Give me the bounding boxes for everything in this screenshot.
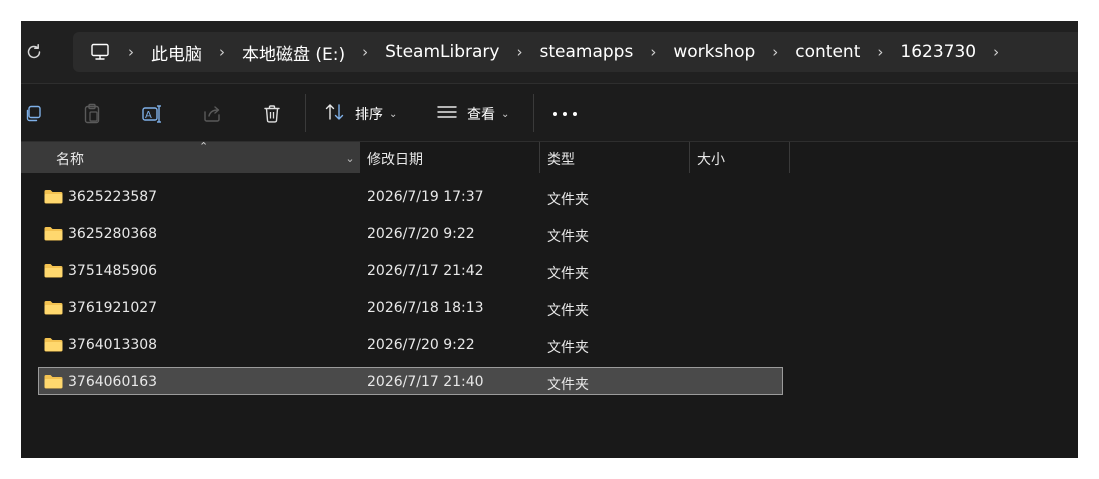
chevron-down-icon[interactable]: ⌄: [341, 149, 359, 167]
table-row[interactable]: 3625223587 2026/7/19 17:37 文件夹: [21, 178, 1078, 215]
file-modified: 2026/7/17 21:40: [367, 374, 484, 390]
sort-label: 排序: [355, 107, 383, 123]
chevron-down-icon: ⌄: [501, 108, 510, 120]
view-icon: [436, 103, 458, 125]
file-name: 3751485906: [68, 263, 158, 279]
breadcrumb-item-steamlibrary[interactable]: SteamLibrary: [383, 42, 501, 62]
breadcrumb-item-this-pc[interactable]: 此电脑: [149, 40, 204, 65]
breadcrumb-separator-icon[interactable]: ›: [501, 43, 537, 61]
more-icon[interactable]: [553, 104, 577, 124]
column-header-size[interactable]: 大小: [690, 142, 790, 173]
breadcrumb[interactable]: › 此电脑 › 本地磁盘 (E:) › SteamLibrary › steam…: [73, 32, 1078, 72]
sort-ascending-icon: ⌃: [199, 140, 209, 153]
file-list: 3625223587 2026/7/19 17:37 文件夹 362528036…: [21, 178, 1078, 400]
copy-icon[interactable]: [21, 102, 45, 126]
file-name: 3625280368: [68, 226, 158, 242]
file-modified: 2026/7/20 9:22: [367, 226, 475, 242]
chevron-down-icon: ⌄: [389, 108, 398, 120]
breadcrumb-separator-icon[interactable]: ›: [347, 43, 383, 61]
file-modified: 2026/7/19 17:37: [367, 189, 484, 205]
column-header-name[interactable]: ⌃ 名称 ⌄: [21, 140, 360, 173]
file-explorer-window: › 此电脑 › 本地磁盘 (E:) › SteamLibrary › steam…: [21, 21, 1078, 458]
rename-icon[interactable]: A: [140, 102, 164, 126]
delete-icon[interactable]: [260, 102, 284, 126]
column-header-modified-label: 修改日期: [367, 152, 423, 168]
view-label: 查看: [467, 107, 495, 123]
file-modified: 2026/7/18 18:13: [367, 300, 484, 316]
table-row[interactable]: 3761921027 2026/7/18 18:13 文件夹: [21, 289, 1078, 326]
breadcrumb-separator-icon[interactable]: ›: [113, 43, 149, 61]
address-row: › 此电脑 › 本地磁盘 (E:) › SteamLibrary › steam…: [21, 21, 1078, 83]
table-row[interactable]: 3625280368 2026/7/20 9:22 文件夹: [21, 215, 1078, 252]
breadcrumb-separator-icon[interactable]: ›: [862, 43, 898, 61]
toolbar-divider: [533, 94, 534, 132]
breadcrumb-item-content[interactable]: content: [793, 42, 862, 62]
column-headers: ⌃ 名称 ⌄ 修改日期 类型 大小: [21, 140, 1078, 173]
file-name: 3625223587: [68, 189, 158, 205]
folder-icon: [44, 226, 63, 241]
breadcrumb-item-steamapps[interactable]: steamapps: [537, 42, 635, 62]
column-header-size-label: 大小: [697, 152, 725, 168]
file-type: 文件夹: [547, 229, 589, 245]
folder-icon: [44, 263, 63, 278]
table-row[interactable]: 3764013308 2026/7/20 9:22 文件夹: [21, 326, 1078, 363]
file-type: 文件夹: [547, 303, 589, 319]
command-bar: A 排序 ⌄ 查看 ⌄: [21, 83, 1078, 142]
breadcrumb-item-1623730[interactable]: 1623730: [898, 42, 978, 62]
folder-icon: [44, 337, 63, 352]
table-row-selected[interactable]: 3764060163 2026/7/17 21:40 文件夹: [21, 363, 1078, 400]
breadcrumb-separator-icon[interactable]: ›: [635, 43, 671, 61]
sort-button[interactable]: 排序 ⌄: [324, 101, 397, 127]
this-pc-icon[interactable]: [87, 41, 113, 63]
breadcrumb-separator-icon[interactable]: ›: [978, 43, 1014, 61]
file-name: 3764013308: [68, 337, 158, 353]
column-header-modified[interactable]: 修改日期: [360, 142, 540, 173]
file-type: 文件夹: [547, 340, 589, 356]
paste-icon[interactable]: [80, 102, 104, 126]
view-button[interactable]: 查看 ⌄: [436, 101, 509, 127]
file-type: 文件夹: [547, 266, 589, 282]
column-header-type-label: 类型: [547, 152, 575, 168]
toolbar-divider: [305, 94, 306, 132]
folder-icon: [44, 300, 63, 315]
column-header-type[interactable]: 类型: [540, 142, 690, 173]
file-type: 文件夹: [547, 377, 589, 393]
folder-icon: [44, 189, 63, 204]
svg-text:A: A: [145, 110, 152, 121]
breadcrumb-separator-icon[interactable]: ›: [204, 43, 240, 61]
table-row[interactable]: 3751485906 2026/7/17 21:42 文件夹: [21, 252, 1078, 289]
file-modified: 2026/7/17 21:42: [367, 263, 484, 279]
breadcrumb-separator-icon[interactable]: ›: [757, 43, 793, 61]
breadcrumb-item-local-disk[interactable]: 本地磁盘 (E:): [240, 40, 347, 65]
share-icon[interactable]: [200, 102, 224, 126]
file-name: 3764060163: [68, 374, 158, 390]
file-modified: 2026/7/20 9:22: [367, 337, 475, 353]
refresh-icon[interactable]: [23, 41, 45, 63]
file-type: 文件夹: [547, 192, 589, 208]
folder-icon: [44, 374, 63, 389]
breadcrumb-item-workshop[interactable]: workshop: [671, 42, 757, 62]
column-header-name-label: 名称: [56, 152, 84, 168]
file-name: 3761921027: [68, 300, 158, 316]
sort-icon: [324, 102, 346, 126]
